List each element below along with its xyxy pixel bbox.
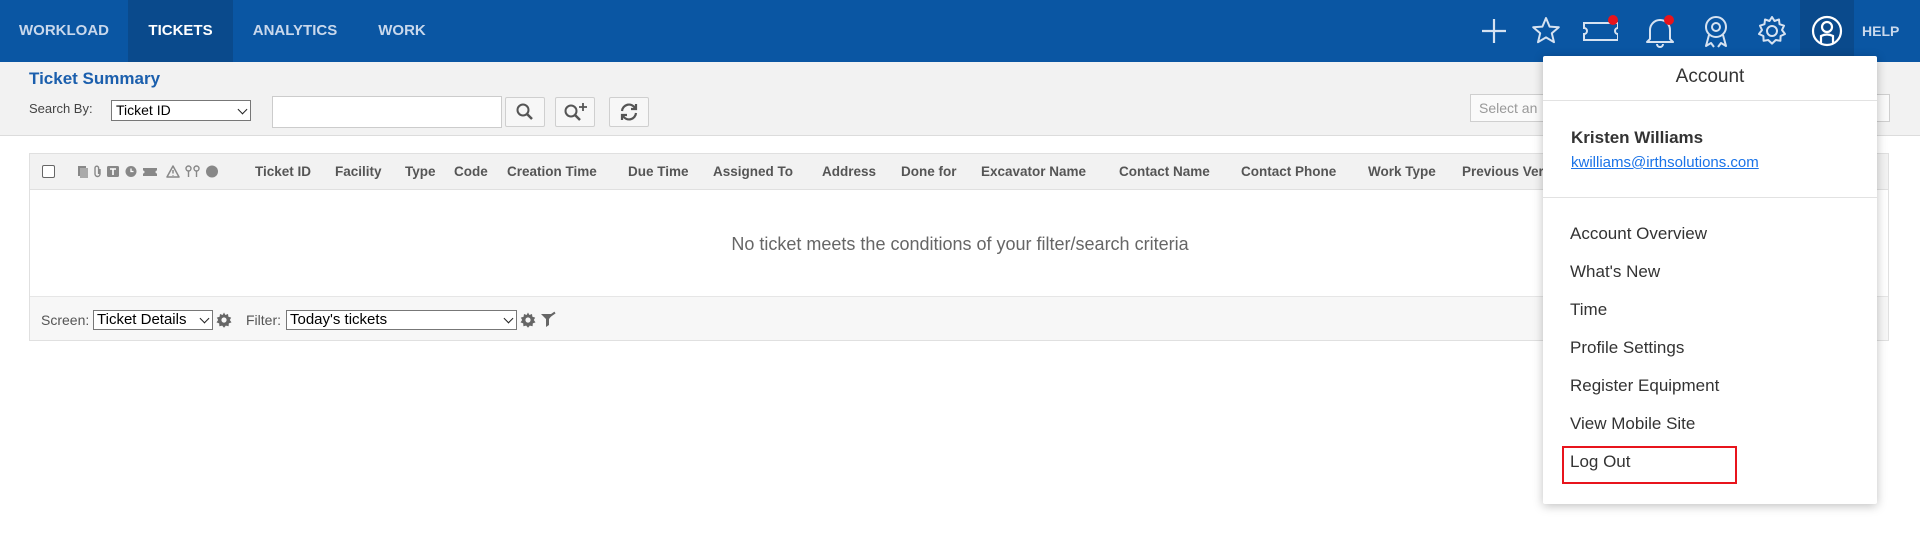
filter-select[interactable]: Today's tickets	[286, 310, 517, 330]
search-by-select[interactable]: Ticket ID	[111, 100, 251, 121]
advanced-search-button[interactable]	[555, 97, 595, 127]
select-all-checkbox[interactable]	[42, 165, 55, 178]
nav-tab-analytics[interactable]: ANALYTICS	[233, 0, 357, 62]
account-user-name: Kristen Williams	[1571, 128, 1704, 147]
chevron-down-icon	[199, 313, 210, 324]
nav-tab-work[interactable]: WORK	[357, 0, 447, 62]
filter-select-value: Today's tickets	[290, 311, 388, 328]
col-facility[interactable]: Facility	[335, 154, 382, 190]
gear-icon[interactable]	[1754, 12, 1790, 50]
keys-icon	[185, 165, 200, 177]
filter-edit-icon[interactable]	[539, 311, 557, 329]
screen-settings-icon[interactable]	[215, 311, 233, 329]
star-icon[interactable]	[1528, 12, 1564, 50]
search-input[interactable]	[272, 96, 502, 128]
ticket-icon	[143, 168, 157, 176]
help-link[interactable]: HELP	[1862, 0, 1899, 62]
account-user-email[interactable]: kwilliams@irthsolutions.com	[1571, 154, 1759, 171]
col-assigned-to[interactable]: Assigned To	[713, 154, 793, 190]
search-by-value: Ticket ID	[116, 102, 171, 118]
text-icon	[107, 166, 119, 177]
refresh-button[interactable]	[609, 97, 649, 127]
divider	[1543, 100, 1877, 101]
col-due-time[interactable]: Due Time	[628, 154, 689, 190]
circle-icon	[206, 165, 218, 178]
clock-icon	[125, 166, 137, 177]
search-icon	[516, 103, 533, 120]
screen-select-value: Ticket Details	[97, 311, 187, 328]
bell-icon[interactable]	[1642, 12, 1678, 50]
award-icon[interactable]	[1698, 12, 1734, 50]
paperclip-icon	[94, 165, 101, 178]
chevron-down-icon	[237, 104, 248, 115]
col-done-for[interactable]: Done for	[901, 154, 957, 190]
search-by-label: Search By:	[29, 101, 93, 116]
nav-tab-workload[interactable]: WORKLOAD	[0, 0, 128, 62]
col-contact-name[interactable]: Contact Name	[1119, 154, 1210, 190]
document-icon	[78, 166, 88, 178]
ticket-icon[interactable]	[1582, 12, 1619, 50]
col-previous-version[interactable]: Previous Ver	[1462, 154, 1544, 190]
col-type[interactable]: Type	[405, 154, 436, 190]
screen-select[interactable]: Ticket Details	[93, 310, 213, 330]
col-code[interactable]: Code	[454, 154, 488, 190]
col-ticket-id[interactable]: Ticket ID	[255, 154, 311, 190]
menu-item-whats-new[interactable]: What's New	[1570, 262, 1660, 282]
menu-item-register-equipment[interactable]: Register Equipment	[1570, 376, 1719, 396]
user-icon[interactable]	[1800, 0, 1854, 62]
top-nav-bar: WORKLOAD TICKETS ANALYTICS WORK HELP	[0, 0, 1920, 62]
col-creation-time[interactable]: Creation Time	[507, 154, 597, 190]
zoom-plus-icon	[564, 103, 587, 121]
divider	[1543, 197, 1877, 198]
col-address[interactable]: Address	[822, 154, 876, 190]
plus-icon[interactable]	[1476, 12, 1512, 50]
nav-tab-tickets[interactable]: TICKETS	[128, 0, 233, 62]
menu-item-view-mobile-site[interactable]: View Mobile Site	[1570, 414, 1695, 434]
col-contact-phone[interactable]: Contact Phone	[1241, 154, 1336, 190]
page-title: Ticket Summary	[29, 69, 161, 88]
warning-icon	[166, 165, 180, 178]
filter-settings-icon[interactable]	[519, 311, 537, 329]
log-out-highlight-box	[1562, 446, 1737, 484]
menu-item-profile-settings[interactable]: Profile Settings	[1570, 338, 1684, 358]
refresh-icon	[620, 103, 638, 121]
chevron-down-icon	[503, 313, 514, 324]
filter-label: Filter:	[246, 312, 281, 328]
search-button[interactable]	[505, 97, 545, 127]
menu-item-account-overview[interactable]: Account Overview	[1570, 224, 1707, 244]
screen-label: Screen:	[41, 312, 90, 328]
account-dropdown-menu: Account Kristen Williams kwilliams@irths…	[1543, 56, 1877, 504]
account-menu-title: Account	[1675, 66, 1745, 87]
menu-item-time[interactable]: Time	[1570, 300, 1607, 320]
col-work-type[interactable]: Work Type	[1368, 154, 1436, 190]
col-excavator-name[interactable]: Excavator Name	[981, 154, 1086, 190]
